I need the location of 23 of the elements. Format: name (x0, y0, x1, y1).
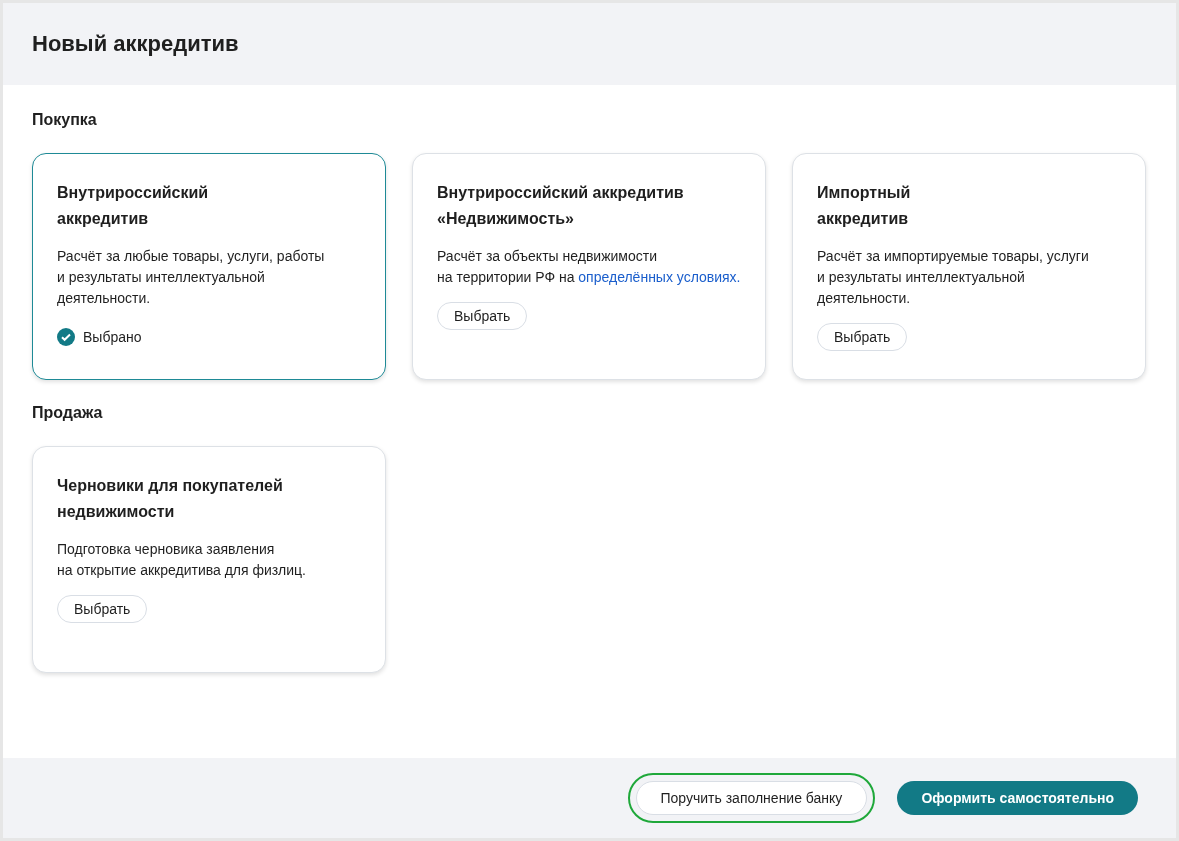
delegate-button[interactable]: Поручить заполнение банку (635, 781, 868, 815)
section-title: Продажа (32, 404, 104, 422)
submit-button[interactable]: Оформить самостоятельно (897, 781, 1138, 815)
card-description: Расчёт за импортируемые товары, услуги и результаты интеллектуальной деятельности. (817, 247, 1090, 308)
select-button[interactable]: Выбрать (817, 323, 908, 351)
card-description: Подготовка черновика заявления на открытие аккредитива для физлиц. (57, 540, 307, 580)
card-description: Расчёт за объекты недвижимости на территории РФ на определённых условиях. (437, 247, 741, 287)
card-description: Расчёт за любые товары, услуги, работы и результаты интеллектуальной деятельности. (57, 247, 326, 308)
option-card[interactable]: Внутрироссийский аккредитив Расчёт за любые товары, услуги, работы и результаты интеллектуальной деятельности. Выбрано (32, 153, 386, 380)
selected-status: Выбрано (83, 329, 142, 345)
card-title: Импортный аккредитив (817, 183, 912, 229)
check-circle-icon (57, 328, 75, 346)
conditions-link[interactable]: определённых условиях. (578, 269, 741, 285)
section-title: Покупка (32, 111, 98, 129)
option-card[interactable]: Импортный аккредитив Расчёт за импортируемые товары, услуги и результаты интеллектуальной деятельности. Выбрать (792, 153, 1146, 380)
card-title: Внутрироссийский аккредитив (57, 183, 210, 229)
option-card[interactable]: Внутрироссийский аккредитив «Недвижимость» Расчёт за объекты недвижимости на территории РФ на определённых условиях. Выбрать (412, 153, 766, 380)
window-title: Новый аккредитив (32, 31, 239, 57)
option-card[interactable]: Черновики для покупателей недвижимости Подготовка черновика заявления на открытие аккредитива для физлиц. Выбрать (32, 446, 386, 673)
card-title: Внутрироссийский аккредитив «Недвижимость» (437, 183, 685, 229)
select-button[interactable]: Выбрать (57, 595, 148, 623)
card-title: Черновики для покупателей недвижимости (57, 476, 284, 522)
select-button[interactable]: Выбрать (437, 302, 528, 330)
